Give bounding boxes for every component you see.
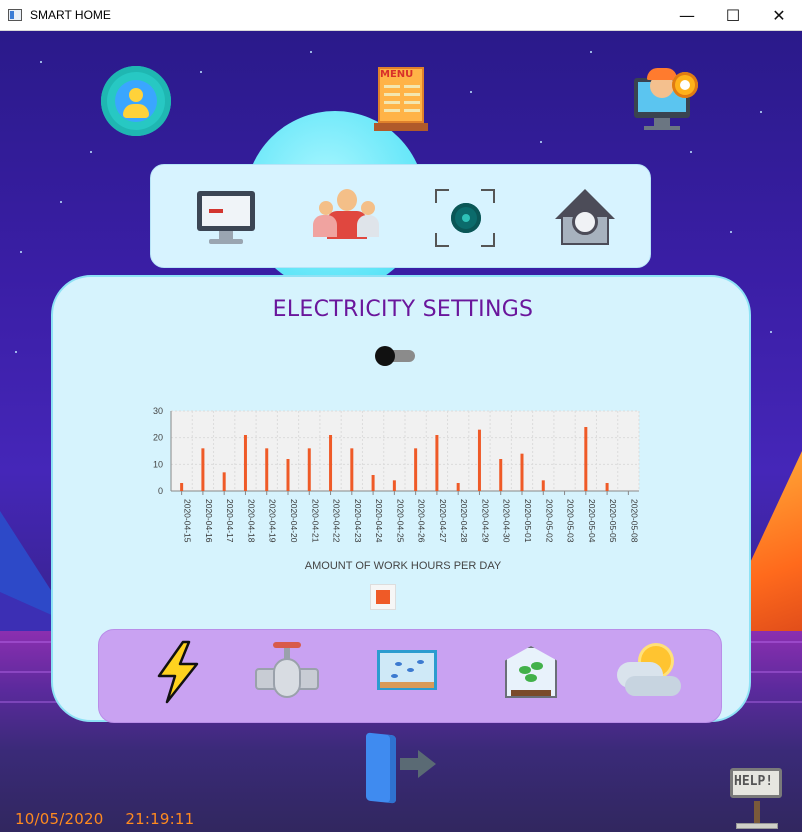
chart-bar [414, 448, 418, 491]
chart-x-axis-label: AMOUNT OF WORK HOURS PER DAY [304, 560, 502, 572]
chart-bar [350, 448, 354, 491]
chart-svg: 0 10 20 30 2020-04-15 2020-04-16 2020-04-17 202… [153, 406, 640, 543]
electricity-settings-panel: ELECTRICITY SETTINGS 0 10 20 30 2020-04-15 20… [51, 275, 751, 723]
x-tick-label: 2020-04-17 [225, 499, 235, 543]
status-datetime: 10/05/2020 21:19:11 [15, 810, 194, 828]
legend-swatch [376, 590, 390, 604]
expand-gear-icon[interactable] [433, 187, 497, 249]
x-tick-label: 2020-04-22 [332, 499, 342, 543]
x-tick-label: 2020-04-15 [183, 499, 193, 543]
x-tick-label: 2020-05-05 [608, 499, 618, 543]
chart-legend[interactable] [370, 584, 396, 610]
chart-bar [307, 448, 311, 491]
smart-house-icon[interactable] [553, 187, 617, 249]
minimize-button[interactable]: — [664, 0, 710, 31]
x-tick-label: 2020-05-04 [587, 499, 597, 543]
team-icon[interactable] [313, 187, 379, 249]
aquarium-icon[interactable] [375, 640, 447, 704]
chart-bar [286, 459, 290, 491]
x-tick-label: 2020-05-08 [629, 499, 639, 543]
x-tick-label: 2020-04-25 [395, 499, 405, 543]
x-tick-label: 2020-04-18 [246, 499, 256, 543]
water-valve-icon[interactable] [253, 640, 325, 704]
chart-bar [222, 472, 226, 491]
y-tick-label: 10 [153, 459, 163, 469]
chart-bar [435, 435, 439, 491]
x-tick-label: 2020-04-29 [480, 499, 490, 543]
y-tick-label: 20 [153, 433, 163, 443]
chart-bar [541, 480, 545, 491]
x-tick-label: 2020-04-26 [417, 499, 427, 543]
x-tick-label: 2020-04-21 [310, 499, 320, 543]
x-tick-label: 2020-04-23 [353, 499, 363, 543]
x-tick-label: 2020-05-03 [566, 499, 576, 543]
weather-icon[interactable] [611, 640, 683, 704]
x-tick-label: 2020-04-19 [268, 499, 278, 543]
chart-bar [243, 435, 247, 491]
panel-title: ELECTRICITY SETTINGS [272, 297, 534, 322]
device-bar [98, 629, 722, 723]
maximize-button[interactable]: ☐ [710, 0, 756, 31]
chart-bar [180, 483, 184, 491]
door-icon [366, 732, 396, 804]
x-tick-label: 2020-05-01 [523, 499, 533, 543]
x-tick-label: 2020-04-27 [438, 499, 448, 543]
nav-panel [150, 164, 651, 268]
x-tick-label: 2020-04-24 [374, 499, 384, 543]
engineer-settings-icon[interactable] [632, 68, 700, 134]
y-tick-label: 0 [158, 486, 163, 496]
chart-bar [392, 480, 396, 491]
status-date: 10/05/2020 [15, 810, 104, 828]
chart-bar [477, 429, 481, 491]
electricity-toggle[interactable] [375, 346, 417, 366]
menu-board-icon[interactable]: MENU [374, 67, 428, 133]
x-tick-label: 2020-04-30 [502, 499, 512, 543]
chart-bar [520, 453, 524, 491]
window-title: SMART HOME [30, 8, 111, 22]
chart-bar [584, 427, 588, 491]
chart-bar [265, 448, 269, 491]
window-title-bar: SMART HOME — ☐ ✕ [0, 0, 802, 31]
user-settings-icon[interactable] [101, 66, 171, 136]
monitor-icon[interactable] [195, 187, 259, 249]
exit-button[interactable] [364, 732, 440, 806]
close-button[interactable]: ✕ [756, 0, 802, 31]
status-time: 21:19:11 [125, 810, 195, 828]
help-button[interactable]: HELP! [728, 760, 788, 830]
chart-bar [329, 435, 333, 491]
work-hours-chart: 0 10 20 30 2020-04-15 2020-04-16 2020-04-17 202… [143, 405, 663, 575]
chart-bar [456, 483, 460, 491]
x-tick-label: 2020-04-20 [289, 499, 299, 543]
chart-bar [499, 459, 503, 491]
chart-bar [201, 448, 205, 491]
greenhouse-icon[interactable] [499, 640, 571, 704]
app-icon [8, 9, 22, 21]
x-tick-label: 2020-04-28 [459, 499, 469, 543]
y-tick-label: 30 [153, 406, 163, 416]
x-tick-label: 2020-05-02 [544, 499, 554, 543]
help-label: HELP! [734, 774, 774, 789]
x-tick-label: 2020-04-16 [204, 499, 214, 543]
chart-bar [605, 483, 609, 491]
electricity-bolt-icon[interactable] [145, 640, 217, 704]
chart-bar [371, 475, 375, 491]
toggle-knob [375, 346, 395, 366]
